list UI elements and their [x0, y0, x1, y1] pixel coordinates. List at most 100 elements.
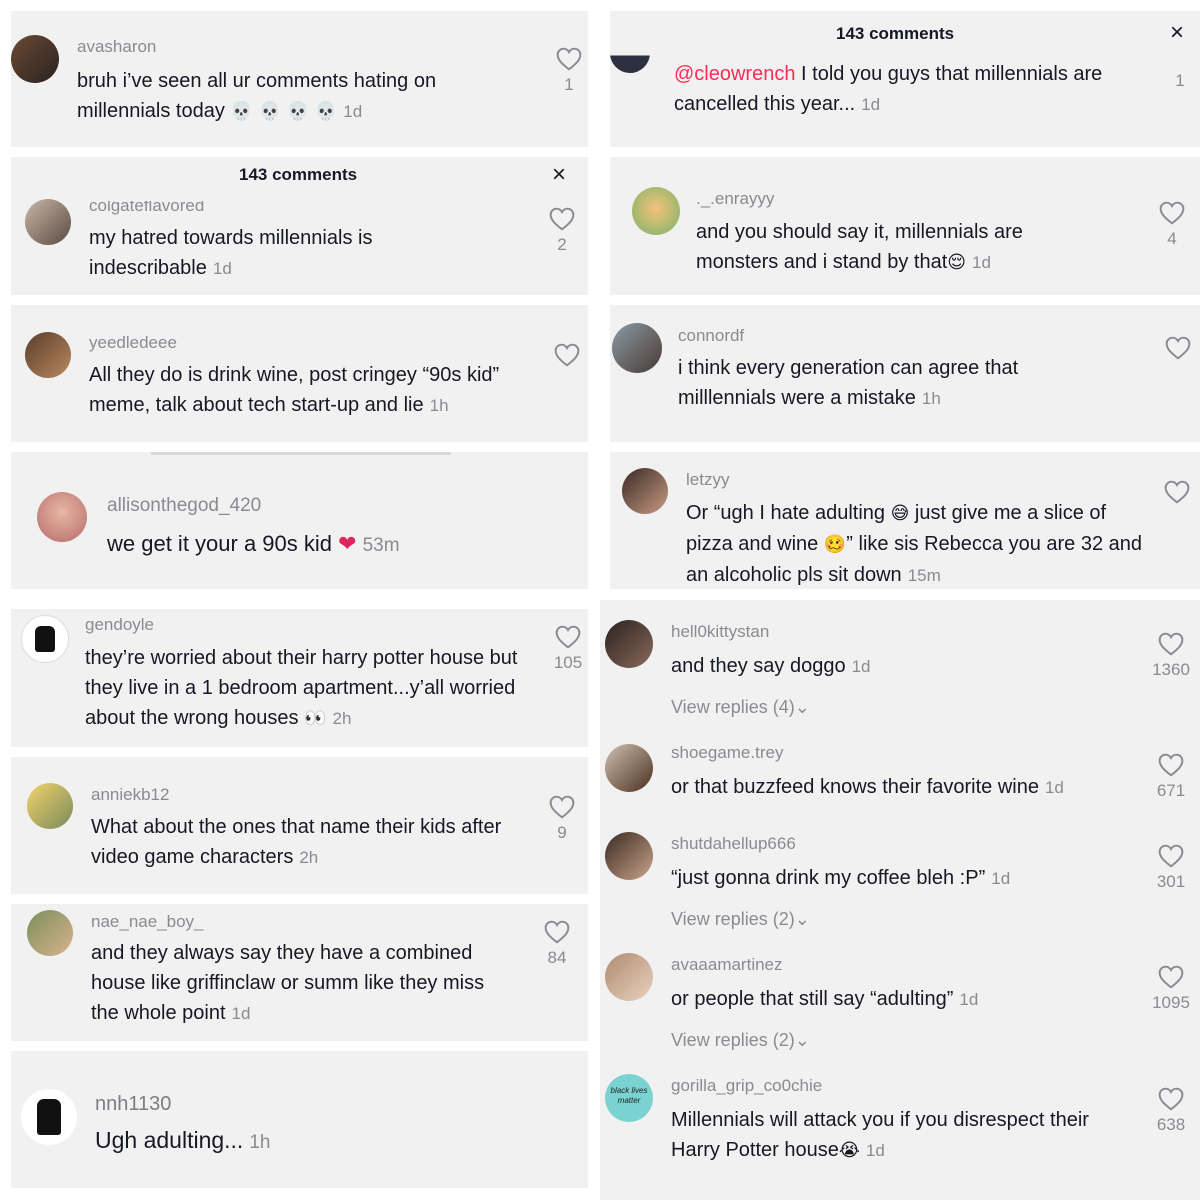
comment-body: and they say doggo — [671, 655, 846, 677]
close-icon[interactable]: × — [552, 163, 566, 187]
view-replies-button[interactable]: View replies (2)⌄ — [671, 1030, 810, 1051]
comment-time: 1h — [429, 396, 449, 415]
comment-text: Millennials will attack you if you disre… — [671, 1105, 1111, 1166]
comments-count-header: 143 comments — [239, 165, 358, 184]
like-count: 9 — [557, 823, 567, 842]
eyes-emoji: 👀 — [304, 708, 327, 729]
comment-username[interactable]: gorilla_grip_co0chie — [671, 1076, 822, 1096]
avatar[interactable] — [610, 41, 650, 73]
chevron-down-icon: ⌄ — [794, 1030, 810, 1050]
like-button[interactable]: 671 — [1141, 753, 1200, 801]
like-button[interactable]: 1360 — [1141, 632, 1200, 680]
comment-username[interactable]: ._.enrayyy — [696, 189, 774, 209]
comment-time: 1d — [343, 102, 363, 121]
comment-card: ._.enrayyy and you should say it, millen… — [610, 157, 1200, 295]
comment-username[interactable]: colgateflavored — [89, 201, 204, 216]
cropped-previous-comment — [151, 452, 451, 455]
comment-card: allisonthegod_420 we get it your a 90s k… — [11, 452, 588, 589]
raised-fist-icon — [35, 626, 55, 652]
comment-card: letzyy Or “ugh I hate adulting 😅 just gi… — [610, 452, 1200, 589]
comment-body: and they always say they have a combined… — [91, 942, 485, 1024]
heart-icon — [1158, 844, 1184, 868]
sweat-smile-emoji: 😅 — [890, 503, 910, 524]
avatar[interactable] — [605, 832, 653, 880]
avatar[interactable] — [11, 35, 59, 83]
comment-time: 1d — [972, 253, 991, 272]
avatar[interactable] — [37, 492, 87, 542]
view-replies-button[interactable]: View replies (2)⌄ — [671, 909, 810, 930]
like-count: 301 — [1156, 872, 1186, 891]
comment-username[interactable]: avaaamartinez — [671, 955, 783, 975]
comment-username[interactable]: anniekb12 — [91, 785, 169, 805]
view-replies-button[interactable]: View replies (4)⌄ — [671, 697, 810, 718]
close-icon[interactable]: × — [1170, 21, 1184, 45]
comment-card: connordf i think every generation can ag… — [610, 305, 1200, 442]
like-button[interactable]: 638 — [1141, 1087, 1200, 1135]
like-button[interactable]: 1095 — [1141, 965, 1200, 1013]
like-button[interactable] — [554, 343, 580, 367]
comment-time: 1d — [865, 1141, 885, 1160]
comment-time: 1d — [851, 657, 871, 676]
like-button[interactable]: 1 — [1167, 67, 1193, 91]
avatar[interactable] — [612, 323, 662, 373]
avatar[interactable] — [21, 1089, 77, 1145]
comment-username[interactable]: nnh1130 — [95, 1093, 171, 1116]
like-count: 638 — [1156, 1115, 1186, 1134]
avatar[interactable] — [21, 615, 69, 663]
avatar[interactable] — [25, 332, 71, 378]
heart-icon — [554, 343, 580, 367]
heart-icon — [1158, 965, 1184, 989]
comment-username[interactable]: shoegame.trey — [671, 743, 783, 763]
like-button[interactable]: 84 — [527, 920, 587, 968]
like-button[interactable]: 1 — [556, 47, 582, 95]
like-button[interactable]: 105 — [538, 625, 588, 673]
comment-list-panel: hell0kittystan and they say doggo 1d View… — [600, 600, 1200, 1200]
avatar[interactable] — [622, 468, 668, 514]
avatar[interactable] — [605, 620, 653, 668]
comment-time: 15m — [907, 566, 941, 585]
comment-username[interactable]: allisonthegod_420 — [107, 495, 261, 517]
avatar[interactable] — [27, 783, 73, 829]
comment-card: 143 comments × colgateflavored my hatred… — [11, 157, 588, 295]
comment-username[interactable]: shutdahellup666 — [671, 834, 796, 854]
avatar[interactable] — [25, 199, 71, 245]
like-count: 1095 — [1152, 993, 1190, 1012]
comment-text: and you should say it, millennials are m… — [696, 217, 1106, 278]
avatar[interactable] — [632, 187, 680, 235]
comment-body: or people that still say “adulting” — [671, 988, 954, 1010]
comment-body: Ugh adulting... — [95, 1127, 244, 1153]
comment-username[interactable]: nae_nae_boy_ — [91, 912, 204, 932]
comment-card: 143 comments × @cleowrench I told you gu… — [610, 11, 1200, 147]
like-button[interactable]: 9 — [549, 795, 575, 843]
comment-username[interactable]: yeedledeee — [89, 333, 177, 353]
comment-username[interactable]: connordf — [678, 326, 744, 346]
like-button[interactable]: 301 — [1141, 844, 1200, 892]
avatar[interactable] — [605, 744, 653, 792]
avatar[interactable] — [605, 953, 653, 1001]
like-button[interactable]: 4 — [1159, 201, 1185, 249]
comment-text: or people that still say “adulting” 1d — [671, 984, 1111, 1015]
like-button[interactable]: 2 — [549, 207, 575, 255]
comment-time: 1d — [861, 95, 881, 114]
comment-text: “just gonna drink my coffee bleh :P” 1d — [671, 863, 1111, 894]
mention-link[interactable]: @cleowrench — [674, 63, 795, 85]
comment-card: gendoyle they’re worried about their har… — [11, 609, 588, 747]
raised-fist-icon — [37, 1099, 61, 1135]
comment-body: “just gonna drink my coffee bleh :P” — [671, 867, 986, 889]
comment-username[interactable]: letzyy — [686, 470, 729, 490]
like-button[interactable] — [1165, 336, 1191, 360]
comment-username[interactable]: gendoyle — [85, 615, 154, 635]
like-count: 105 — [553, 653, 583, 672]
comment-body: we get it your a 90s kid — [107, 531, 333, 556]
comment-body: Or “ugh I hate adulting — [686, 502, 886, 524]
avatar[interactable]: black lives matter — [605, 1074, 653, 1122]
heart-icon — [544, 920, 570, 944]
comment-username[interactable]: avasharon — [77, 37, 156, 57]
comment-card: yeedledeee All they do is drink wine, po… — [11, 305, 588, 442]
like-button[interactable] — [1164, 480, 1190, 504]
comment-username[interactable]: hell0kittystan — [671, 622, 769, 642]
avatar-badge-text: black lives matter — [610, 1086, 648, 1105]
avatar[interactable] — [27, 910, 73, 956]
red-heart-emoji: ❤ — [338, 532, 357, 557]
view-replies-label: View replies (2) — [671, 1030, 795, 1050]
